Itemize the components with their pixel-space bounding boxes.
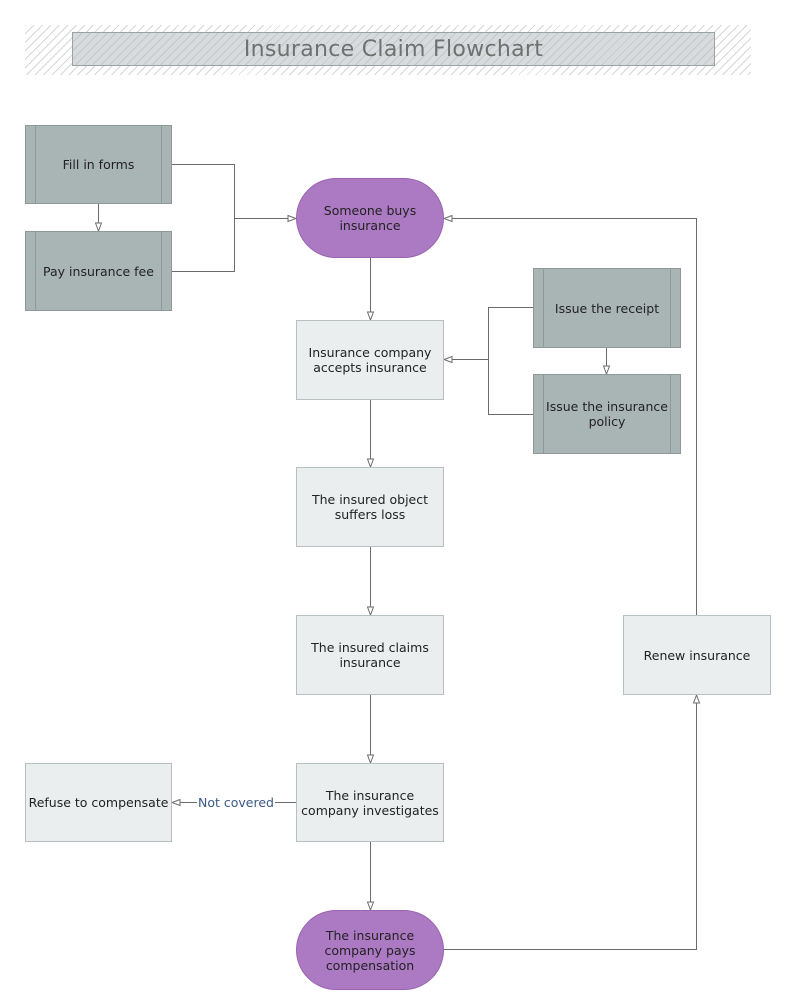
- node-object-suffers-loss[interactable]: The insured object suffers loss: [296, 467, 444, 547]
- node-fill-in-forms[interactable]: Fill in forms: [25, 125, 172, 204]
- edge-receipt-to-accepts: [444, 307, 533, 360]
- edge-pays-to-renew: [444, 695, 697, 950]
- node-someone-buys-insurance[interactable]: Someone buys insurance: [296, 178, 444, 258]
- edge-label-not-covered: Not covered: [197, 795, 275, 810]
- node-company-investigates[interactable]: The insurance company investigates: [296, 763, 444, 842]
- node-insured-claims[interactable]: The insured claims insurance: [296, 615, 444, 695]
- edge-fill-forms-to-buys: [172, 164, 296, 219]
- edge-pay-fee-to-buys: [172, 218, 235, 272]
- node-renew-insurance[interactable]: Renew insurance: [623, 615, 771, 695]
- node-issue-receipt[interactable]: Issue the receipt: [533, 268, 681, 348]
- node-pays-compensation[interactable]: The insurance company pays compensation: [296, 910, 444, 990]
- node-accepts-insurance[interactable]: Insurance company accepts insurance: [296, 320, 444, 400]
- edge-policy-to-accepts: [488, 359, 533, 415]
- node-pay-insurance-fee[interactable]: Pay insurance fee: [25, 231, 172, 311]
- node-issue-policy[interactable]: Issue the insurance policy: [533, 374, 681, 454]
- node-refuse-to-compensate[interactable]: Refuse to compensate: [25, 763, 172, 842]
